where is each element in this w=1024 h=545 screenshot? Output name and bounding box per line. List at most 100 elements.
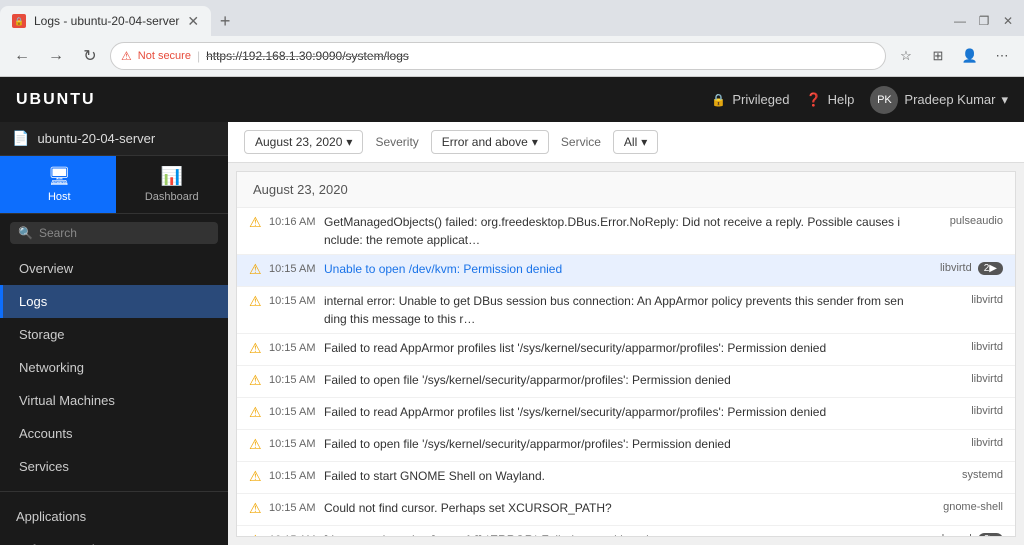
menu-icon[interactable]: ⋯	[988, 42, 1016, 70]
log-row[interactable]: ⚠10:15 AMUnable to open /dev/kvm: Permis…	[237, 255, 1015, 287]
address-divider: |	[197, 49, 200, 63]
log-list: August 23, 2020 ⚠10:16 AMGetManagedObjec…	[236, 171, 1016, 537]
log-time: 10:15 AM	[269, 467, 324, 483]
sidebar-item-dashboard[interactable]: 📊 Dashboard	[116, 156, 229, 213]
not-secure-label: Not secure	[138, 50, 191, 62]
search-box[interactable]: 🔍	[10, 222, 218, 244]
date-filter-button[interactable]: August 23, 2020 ▾	[244, 130, 363, 154]
log-message: internal error: Unable to get DBus sessi…	[324, 292, 913, 328]
log-message: Failed to read AppArmor profiles list '/…	[324, 403, 913, 421]
sidebar-item-software-updates[interactable]: Software Updates	[0, 533, 228, 545]
active-tab[interactable]: 🔒 Logs - ubuntu-20-04-server ✕	[0, 6, 211, 36]
help-icon: ❓	[805, 92, 821, 108]
app-title: UBUNTU	[16, 91, 96, 109]
top-navigation: UBUNTU 🔒 Privileged ❓ Help PK Pradeep Ku…	[0, 77, 1024, 122]
log-badge: 2▶	[978, 533, 1003, 537]
log-row[interactable]: ⚠10:15 AMFailed to open file '/sys/kerne…	[237, 430, 1015, 462]
server-icon: 📄	[12, 130, 29, 147]
sidebar-item-storage[interactable]: Storage	[0, 318, 228, 351]
bookmark-icon[interactable]: ⊞	[924, 42, 952, 70]
log-row[interactable]: ⚠10:15 AMCould not find cursor. Perhaps …	[237, 494, 1015, 526]
sidebar-item-accounts[interactable]: Accounts	[0, 417, 228, 450]
address-bar-row: ← → ↻ ⚠ Not secure | https://192.168.1.3…	[0, 36, 1024, 76]
log-message: Failed to open file '/sys/kernel/securit…	[324, 371, 913, 389]
host-icon: 🖥	[48, 166, 71, 187]
sidebar-item-networking[interactable]: Networking	[0, 351, 228, 384]
date-group-header: August 23, 2020	[237, 172, 1015, 208]
warning-icon: ⚠	[249, 260, 269, 278]
sidebar-search-area: 🔍	[0, 214, 228, 252]
log-source: systemd	[913, 467, 1003, 481]
log-row[interactable]: ⚠10:15 AMFailed to start GNOME Shell on …	[237, 462, 1015, 494]
search-input[interactable]	[39, 226, 210, 240]
sidebar-header: 📄 ubuntu-20-04-server	[0, 122, 228, 156]
service-filter-button[interactable]: All ▾	[613, 130, 658, 154]
log-message: GetManagedObjects() failed: org.freedesk…	[324, 213, 913, 249]
lock-icon: 🔒	[711, 93, 726, 107]
sidebar-item-services[interactable]: Services	[0, 450, 228, 483]
log-source: kernel2▶	[913, 531, 1003, 537]
dashboard-nav-label: Dashboard	[145, 191, 199, 203]
log-source: libvirtd	[913, 339, 1003, 353]
sidebar: 📄 ubuntu-20-04-server 🖥 Host 📊 Dashboard…	[0, 122, 228, 545]
log-row[interactable]: ⚠10:15 AMFailed to read AppArmor profile…	[237, 398, 1015, 430]
log-row[interactable]: ⚠10:15 AMFailed to open file '/sys/kerne…	[237, 366, 1015, 398]
refresh-button[interactable]: ↻	[76, 42, 104, 70]
severity-label: Severity	[375, 135, 418, 149]
severity-filter-button[interactable]: Error and above ▾	[431, 130, 549, 154]
date-filter-value: August 23, 2020	[255, 135, 342, 149]
log-time: 10:15 AM	[269, 435, 324, 451]
log-time: 10:15 AM	[269, 260, 324, 276]
minimize-button[interactable]: —	[952, 13, 968, 29]
warning-icon: ⚠	[249, 292, 269, 310]
top-nav-right: 🔒 Privileged ❓ Help PK Pradeep Kumar ▾	[711, 86, 1008, 114]
profile-icon[interactable]: 👤	[956, 42, 984, 70]
log-row[interactable]: ⚠10:15 AMinternal error: Unable to get D…	[237, 287, 1015, 334]
forward-button[interactable]: →	[42, 42, 70, 70]
sidebar-item-logs[interactable]: Logs	[0, 285, 228, 318]
log-row[interactable]: ⚠10:15 AMFailed to read AppArmor profile…	[237, 334, 1015, 366]
severity-chevron: ▾	[532, 135, 538, 149]
browser-tab-bar: 🔒 Logs - ubuntu-20-04-server ✕ + — ❐ ✕	[0, 0, 1024, 36]
sidebar-divider	[0, 491, 228, 492]
help-button[interactable]: ❓ Help	[805, 92, 854, 108]
back-button[interactable]: ←	[8, 42, 36, 70]
log-row[interactable]: ⚠10:15 AM[drm:vmw_host_log [vmwgfx]] *ER…	[237, 526, 1015, 537]
tab-close-button[interactable]: ✕	[187, 13, 199, 30]
service-label: Service	[561, 135, 601, 149]
sidebar-item-host[interactable]: 🖥 Host	[0, 156, 116, 213]
warning-icon: ⚠	[249, 499, 269, 517]
user-menu-button[interactable]: PK Pradeep Kumar ▾	[870, 86, 1008, 114]
log-message[interactable]: Unable to open /dev/kvm: Permission deni…	[324, 260, 913, 278]
date-filter-chevron: ▾	[346, 135, 352, 149]
host-nav-label: Host	[48, 191, 71, 203]
log-message: Failed to open file '/sys/kernel/securit…	[324, 435, 913, 453]
privileged-label: Privileged	[732, 92, 789, 107]
window-controls: — ❐ ✕	[952, 13, 1024, 29]
log-time: 10:15 AM	[269, 371, 324, 387]
host-name-label: ubuntu-20-04-server	[37, 131, 155, 146]
address-bar[interactable]: ⚠ Not secure | https://192.168.1.30:9090…	[110, 42, 886, 70]
log-time: 10:15 AM	[269, 499, 324, 515]
browser-toolbar: ☆ ⊞ 👤 ⋯	[892, 42, 1016, 70]
sidebar-menu: Overview Logs Storage Networking Virtual…	[0, 252, 228, 545]
user-label: Pradeep Kumar	[904, 92, 995, 107]
log-source: libvirtd2▶	[913, 260, 1003, 275]
log-badge: 2▶	[978, 262, 1003, 275]
close-button[interactable]: ✕	[1000, 13, 1016, 29]
content-toolbar: August 23, 2020 ▾ Severity Error and abo…	[228, 122, 1024, 163]
warning-icon: ⚠	[249, 435, 269, 453]
new-tab-button[interactable]: +	[211, 7, 239, 35]
warning-icon: ⚠	[249, 339, 269, 357]
maximize-button[interactable]: ❐	[976, 13, 992, 29]
user-dropdown-icon: ▾	[1001, 92, 1008, 108]
service-chevron: ▾	[641, 135, 647, 149]
address-url: https://192.168.1.30:9090/system/logs	[206, 49, 409, 63]
log-time: 10:15 AM	[269, 531, 324, 537]
log-row[interactable]: ⚠10:16 AMGetManagedObjects() failed: org…	[237, 208, 1015, 255]
sidebar-item-applications[interactable]: Applications	[0, 500, 228, 533]
privileged-button[interactable]: 🔒 Privileged	[711, 92, 789, 107]
star-icon[interactable]: ☆	[892, 42, 920, 70]
sidebar-item-virtual-machines[interactable]: Virtual Machines	[0, 384, 228, 417]
sidebar-item-overview[interactable]: Overview	[0, 252, 228, 285]
